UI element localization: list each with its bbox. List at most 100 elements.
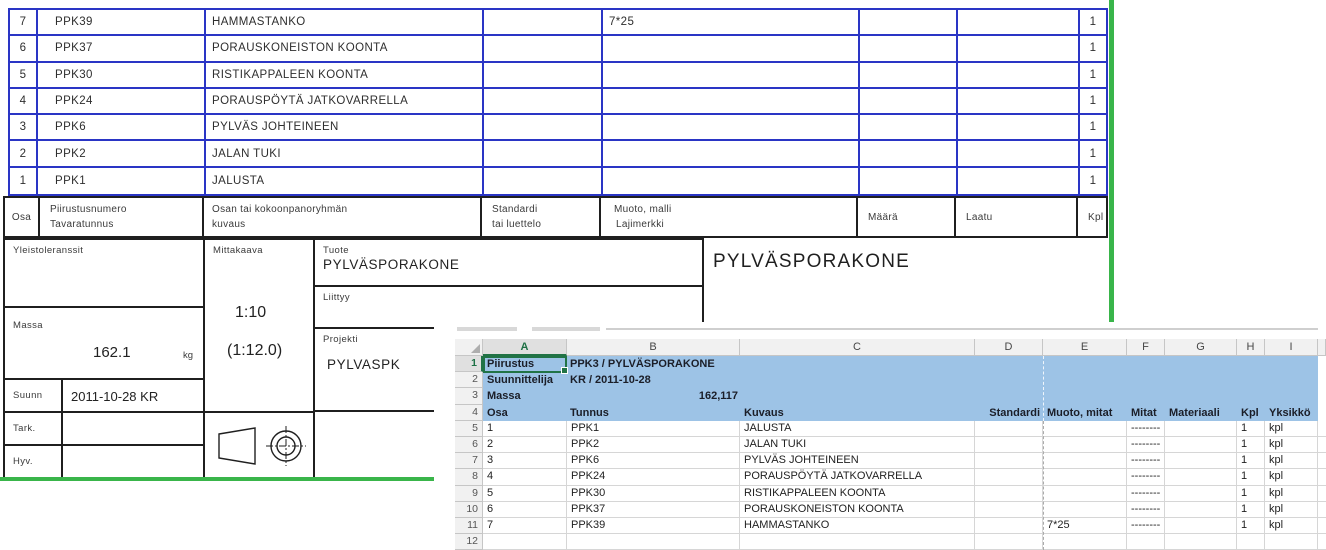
cell-h4[interactable]: Kpl <box>1241 405 1259 421</box>
cell-g5[interactable] <box>1165 421 1237 437</box>
cell-g10[interactable] <box>1165 502 1237 518</box>
column-header-g[interactable]: G <box>1165 339 1237 356</box>
column-header-a[interactable]: A <box>483 339 567 356</box>
cell-a3[interactable]: Massa <box>487 388 521 404</box>
cell-a4[interactable]: Osa <box>487 405 508 421</box>
cell-b6[interactable]: PPK2 <box>567 437 740 453</box>
cell-f9[interactable]: -------- <box>1127 486 1165 502</box>
row-header[interactable]: 11 <box>455 518 483 534</box>
cell-i12[interactable] <box>1265 534 1318 550</box>
row-header[interactable]: 2 <box>455 372 483 388</box>
selected-cell-outline[interactable] <box>483 356 567 373</box>
cell-b7[interactable]: PPK6 <box>567 453 740 469</box>
cell-f12[interactable] <box>1127 534 1165 550</box>
row-header[interactable]: 6 <box>455 437 483 453</box>
cell-c10[interactable]: PORAUSKONEISTON KOONTA <box>740 502 975 518</box>
cell-g4[interactable]: Materiaali <box>1169 405 1220 421</box>
cell-i7[interactable]: kpl <box>1265 453 1318 469</box>
cell-d6[interactable] <box>975 437 1043 453</box>
cell-c5[interactable]: JALUSTA <box>740 421 975 437</box>
cell-i11[interactable]: kpl <box>1265 518 1318 534</box>
cell-a12[interactable] <box>483 534 567 550</box>
cell-a5[interactable]: 1 <box>483 421 567 437</box>
cell-c12[interactable] <box>740 534 975 550</box>
cell-b2[interactable]: KR / 2011-10-28 <box>570 372 651 388</box>
cell-h6[interactable]: 1 <box>1237 437 1265 453</box>
cell-h11[interactable]: 1 <box>1237 518 1265 534</box>
cell-a6[interactable]: 2 <box>483 437 567 453</box>
cell-f10[interactable]: -------- <box>1127 502 1165 518</box>
cell-f11[interactable]: -------- <box>1127 518 1165 534</box>
cell-d11[interactable] <box>975 518 1043 534</box>
cell-d9[interactable] <box>975 486 1043 502</box>
cell-d5[interactable] <box>975 421 1043 437</box>
cell-c11[interactable]: HAMMASTANKO <box>740 518 975 534</box>
cell-i5[interactable]: kpl <box>1265 421 1318 437</box>
cell-h9[interactable]: 1 <box>1237 486 1265 502</box>
cell-h5[interactable]: 1 <box>1237 421 1265 437</box>
cell-d8[interactable] <box>975 469 1043 485</box>
cell-b11[interactable]: PPK39 <box>567 518 740 534</box>
cell-f5[interactable]: -------- <box>1127 421 1165 437</box>
cell-e8[interactable] <box>1043 469 1127 485</box>
cell-e11[interactable]: 7*25 <box>1043 518 1127 534</box>
cell-i9[interactable]: kpl <box>1265 486 1318 502</box>
cell-e5[interactable] <box>1043 421 1127 437</box>
column-header-c[interactable]: C <box>740 339 975 356</box>
cell-c8[interactable]: PORAUSPÖYTÄ JATKOVARRELLA <box>740 469 975 485</box>
row-header[interactable]: 9 <box>455 486 483 502</box>
column-header-i[interactable]: I <box>1265 339 1318 356</box>
cell-i4[interactable]: Yksikkö <box>1269 405 1311 421</box>
cell-c4[interactable]: Kuvaus <box>744 405 784 421</box>
cell-b4[interactable]: Tunnus <box>570 405 609 421</box>
row-header[interactable]: 12 <box>455 534 483 550</box>
cell-h10[interactable]: 1 <box>1237 502 1265 518</box>
cell-e10[interactable] <box>1043 502 1127 518</box>
column-header-b[interactable]: B <box>567 339 740 356</box>
row-header[interactable]: 10 <box>455 502 483 518</box>
cell-d12[interactable] <box>975 534 1043 550</box>
column-header-e[interactable]: E <box>1043 339 1127 356</box>
cell-f4[interactable]: Mitat <box>1131 405 1157 421</box>
cell-f8[interactable]: -------- <box>1127 469 1165 485</box>
row-header[interactable]: 4 <box>455 405 483 421</box>
cell-g7[interactable] <box>1165 453 1237 469</box>
cell-i8[interactable]: kpl <box>1265 469 1318 485</box>
row-header[interactable]: 7 <box>455 453 483 469</box>
cell-d7[interactable] <box>975 453 1043 469</box>
cell-a2[interactable]: Suunnittelija <box>487 372 553 388</box>
column-header-d[interactable]: D <box>975 339 1043 356</box>
cell-e9[interactable] <box>1043 486 1127 502</box>
cell-g6[interactable] <box>1165 437 1237 453</box>
cell-h8[interactable]: 1 <box>1237 469 1265 485</box>
cell-b12[interactable] <box>567 534 740 550</box>
cell-a10[interactable]: 6 <box>483 502 567 518</box>
cell-d4[interactable]: Standardi <box>934 405 1040 421</box>
cell-i10[interactable]: kpl <box>1265 502 1318 518</box>
cell-b10[interactable]: PPK37 <box>567 502 740 518</box>
cell-i6[interactable]: kpl <box>1265 437 1318 453</box>
cell-a11[interactable]: 7 <box>483 518 567 534</box>
select-all-corner[interactable] <box>455 339 483 356</box>
cell-h7[interactable]: 1 <box>1237 453 1265 469</box>
cell-h12[interactable] <box>1237 534 1265 550</box>
cell-f6[interactable]: -------- <box>1127 437 1165 453</box>
row-header[interactable]: 5 <box>455 421 483 437</box>
cell-e12[interactable] <box>1043 534 1127 550</box>
column-header-f[interactable]: F <box>1127 339 1165 356</box>
cell-b9[interactable]: PPK30 <box>567 486 740 502</box>
cell-c6[interactable]: JALAN TUKI <box>740 437 975 453</box>
cell-a7[interactable]: 3 <box>483 453 567 469</box>
cell-g11[interactable] <box>1165 518 1237 534</box>
cell-d10[interactable] <box>975 502 1043 518</box>
row-header[interactable]: 8 <box>455 469 483 485</box>
cell-g8[interactable] <box>1165 469 1237 485</box>
cell-a9[interactable]: 5 <box>483 486 567 502</box>
cell-f7[interactable]: -------- <box>1127 453 1165 469</box>
cell-c9[interactable]: RISTIKAPPALEEN KOONTA <box>740 486 975 502</box>
cell-b1[interactable]: PPK3 / PYLVÄSPORAKONE <box>570 356 715 372</box>
cell-g12[interactable] <box>1165 534 1237 550</box>
cell-a8[interactable]: 4 <box>483 469 567 485</box>
cell-b3[interactable]: 162,117 <box>570 388 738 404</box>
cell-b5[interactable]: PPK1 <box>567 421 740 437</box>
